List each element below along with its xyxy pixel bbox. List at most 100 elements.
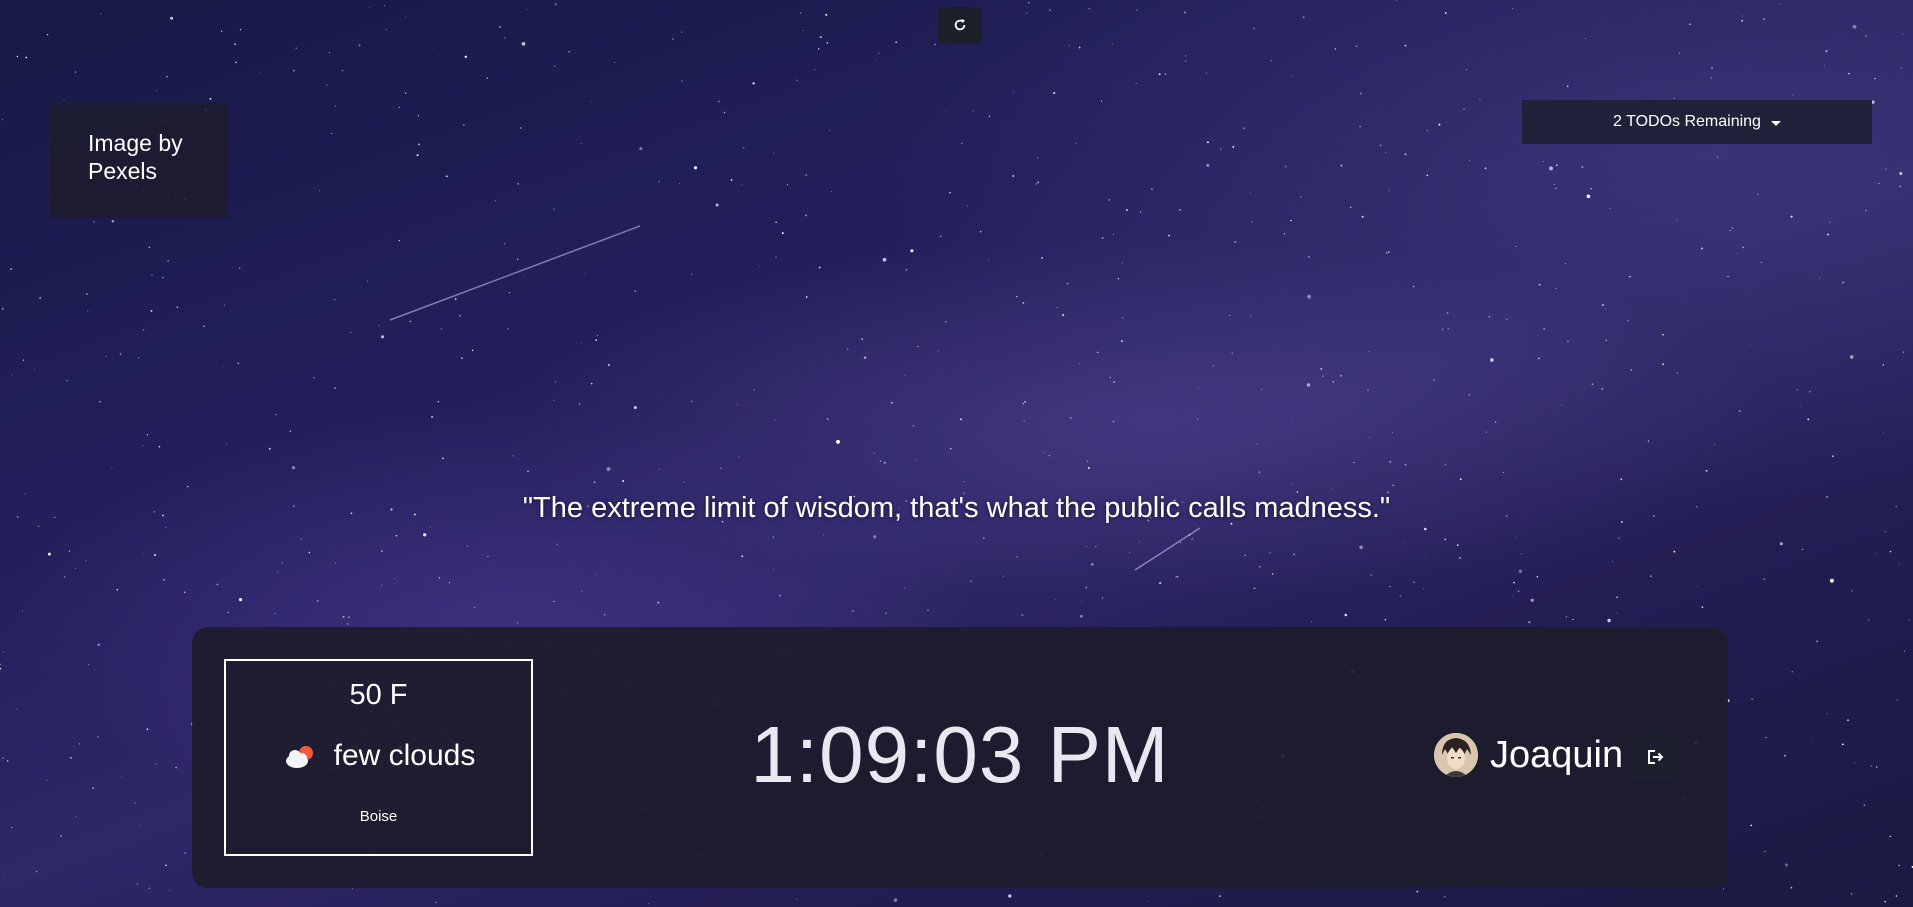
star [87, 663, 90, 666]
star [85, 560, 87, 562]
star [1518, 569, 1523, 573]
star [1367, 389, 1369, 391]
star [875, 60, 876, 62]
star [1711, 67, 1713, 69]
star [235, 61, 237, 64]
star [423, 533, 427, 537]
star [526, 8, 528, 11]
star [1447, 327, 1450, 330]
star [1899, 172, 1903, 175]
star [1543, 328, 1545, 330]
star [1389, 585, 1391, 588]
star [1506, 318, 1508, 321]
star [486, 77, 489, 79]
star [165, 864, 167, 867]
todos-dropdown-button[interactable]: 2 TODOs Remaining [1522, 100, 1872, 144]
star [847, 348, 849, 350]
star [220, 30, 223, 32]
star [691, 400, 693, 402]
star [580, 342, 582, 344]
star [99, 400, 101, 403]
star [1443, 895, 1446, 898]
star [1896, 699, 1898, 701]
star [1412, 285, 1415, 288]
star [796, 898, 798, 900]
star [555, 381, 557, 383]
star [1120, 340, 1123, 343]
star [1898, 864, 1900, 867]
star [35, 870, 38, 873]
star [917, 346, 919, 348]
star [778, 594, 781, 597]
star [1605, 339, 1607, 341]
star [863, 356, 867, 360]
star [1023, 420, 1025, 422]
star [554, 65, 556, 68]
star [1197, 387, 1200, 389]
star [1676, 371, 1679, 374]
star [1184, 54, 1187, 57]
refresh-background-button[interactable] [938, 7, 982, 43]
star [553, 399, 555, 401]
refresh-icon [954, 19, 966, 31]
star [1444, 12, 1447, 14]
logout-button[interactable] [1631, 734, 1679, 780]
star [405, 16, 407, 18]
star [983, 537, 985, 539]
star [334, 387, 336, 389]
star [74, 71, 77, 73]
star [1206, 141, 1209, 144]
star [1384, 618, 1387, 621]
star [1456, 544, 1459, 546]
star [945, 110, 947, 112]
info-panel: 50 F few clouds Boise 1:09:03 PM Joaquin [192, 627, 1728, 888]
star [1555, 164, 1558, 167]
star [1269, 552, 1271, 554]
star [738, 455, 740, 457]
star [1138, 541, 1141, 543]
star [1870, 765, 1872, 767]
star [1258, 471, 1261, 474]
star [1121, 262, 1123, 264]
image-credit-link[interactable]: Image by Pexels [50, 103, 228, 218]
star [1757, 193, 1759, 196]
star [116, 588, 119, 591]
star [1158, 73, 1161, 76]
star [1113, 381, 1115, 383]
star [433, 49, 435, 51]
star [1135, 82, 1137, 84]
quote-text: "The extreme limit of wisdom, that's wha… [522, 492, 1391, 524]
star [366, 280, 369, 282]
star [1424, 527, 1427, 531]
star [1515, 245, 1517, 248]
star [1826, 713, 1828, 715]
star [736, 404, 739, 406]
star [507, 328, 509, 330]
star [1875, 766, 1878, 768]
star [524, 274, 525, 276]
star [1751, 698, 1754, 701]
caret-down-icon [1770, 120, 1781, 126]
star [681, 80, 683, 82]
star [154, 554, 156, 557]
star [1164, 73, 1167, 75]
star [879, 460, 882, 463]
star [16, 55, 19, 58]
star [1086, 460, 1089, 462]
star [69, 756, 72, 759]
star [836, 439, 840, 444]
star [1647, 440, 1650, 442]
star [775, 221, 777, 223]
star [1453, 315, 1455, 317]
star [1101, 237, 1104, 239]
star [45, 779, 48, 782]
star [1515, 536, 1516, 538]
star [66, 380, 68, 382]
star [1908, 619, 1910, 621]
star [223, 366, 225, 367]
star [274, 612, 276, 614]
star [168, 889, 170, 891]
star [1101, 597, 1104, 599]
star [1784, 863, 1788, 867]
star [1261, 388, 1263, 390]
